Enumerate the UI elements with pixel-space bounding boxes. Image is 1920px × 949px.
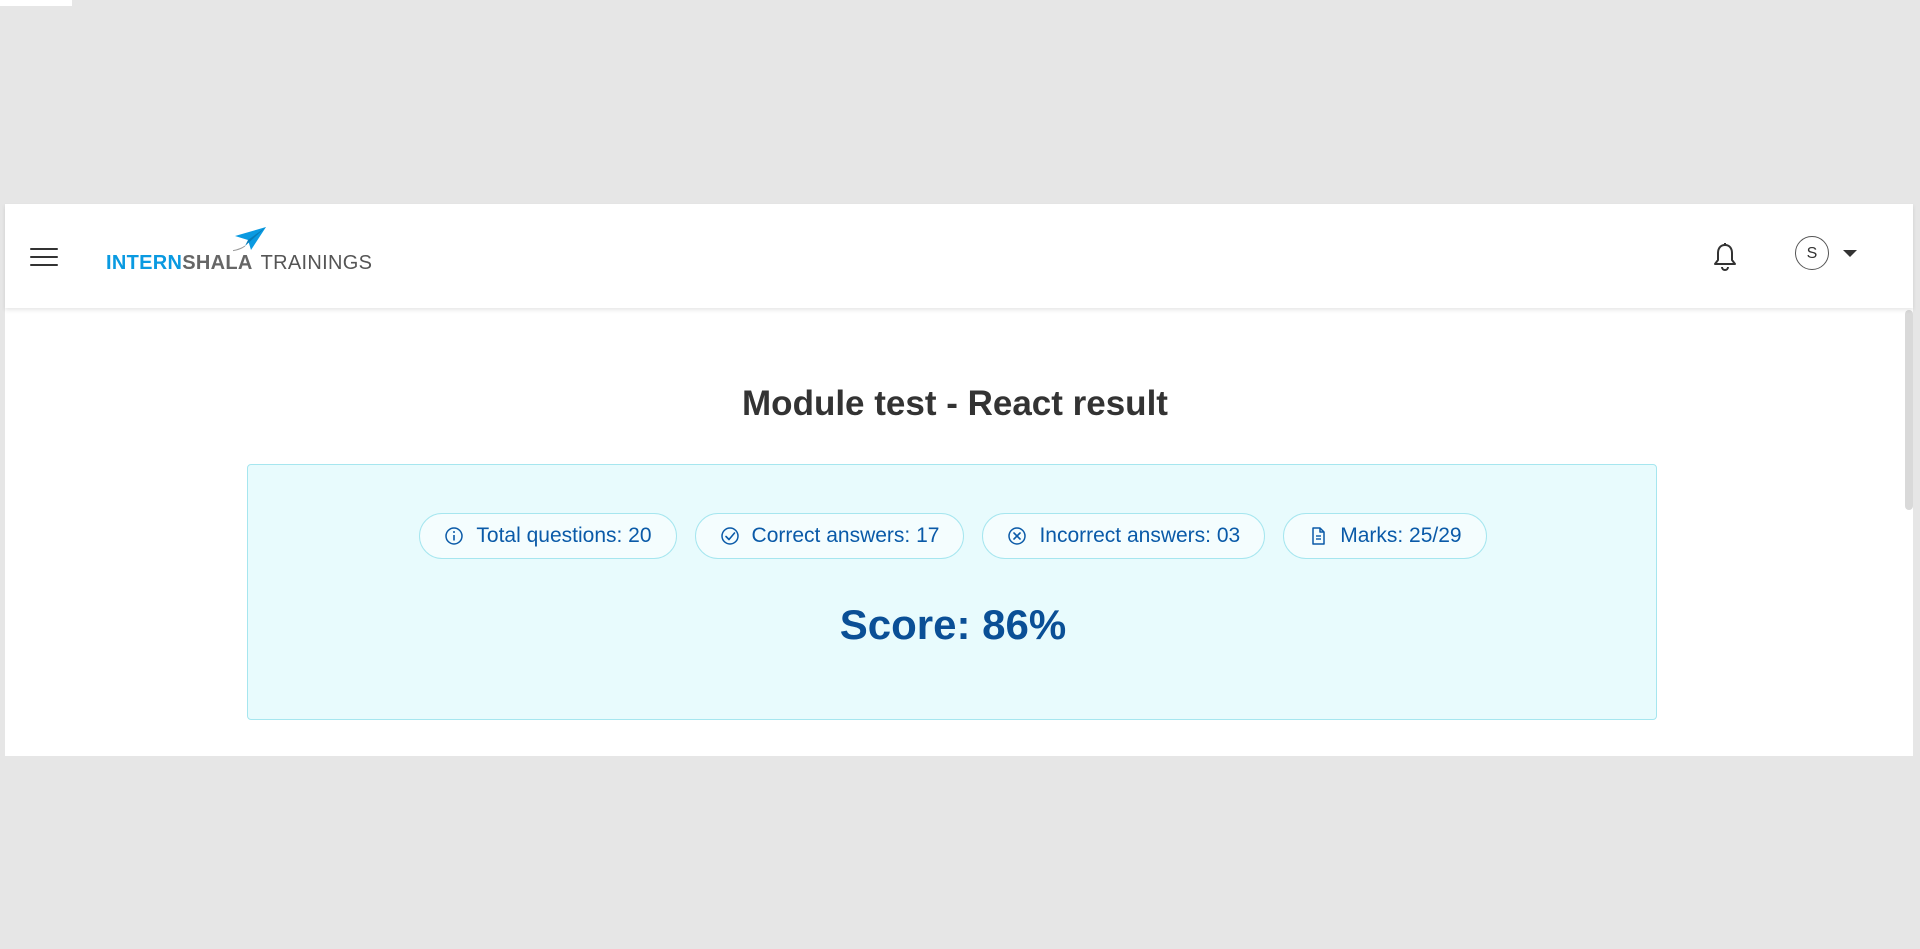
info-icon — [445, 527, 464, 545]
stat-marks-label: Marks: 25/29 — [1340, 524, 1462, 547]
avatar[interactable]: S — [1795, 236, 1829, 270]
top-edge-strip — [0, 0, 72, 6]
stat-correct-answers-label: Correct answers: 17 — [751, 524, 940, 547]
stat-total-questions-label: Total questions: 20 — [476, 524, 652, 547]
stat-incorrect-answers-label: Incorrect answers: 03 — [1039, 524, 1241, 547]
scrollbar-thumb[interactable] — [1905, 310, 1913, 510]
page-frame: INTERNSHALA TRAININGS S Module test - Rea… — [5, 204, 1913, 756]
brand-logo[interactable]: INTERNSHALA TRAININGS — [106, 226, 406, 286]
stat-incorrect-answers: Incorrect answers: 03 — [982, 513, 1266, 559]
paper-plane-icon — [233, 227, 266, 252]
brand-shala: SHALA — [182, 252, 253, 274]
document-icon — [1312, 527, 1325, 545]
stat-marks: Marks: 25/29 — [1283, 513, 1487, 559]
brand-wordmark: INTERNSHALA TRAININGS — [106, 252, 372, 275]
caret-down-icon[interactable] — [1843, 250, 1857, 257]
top-navbar: INTERNSHALA TRAININGS S — [5, 204, 1913, 308]
hamburger-menu-icon[interactable] — [30, 246, 58, 268]
brand-intern: INTERN — [106, 252, 183, 274]
stat-total-questions: Total questions: 20 — [419, 513, 677, 559]
stats-row: Total questions: 20 Correct answers: 17 … — [248, 513, 1658, 559]
brand-trainings: TRAININGS — [260, 252, 373, 274]
result-summary-card: Total questions: 20 Correct answers: 17 … — [247, 464, 1657, 720]
bell-icon[interactable] — [1711, 242, 1739, 272]
page-title: Module test - React result — [742, 384, 1168, 423]
check-circle-icon — [720, 527, 739, 545]
user-menu[interactable]: S — [1795, 236, 1865, 276]
stat-correct-answers: Correct answers: 17 — [694, 513, 965, 559]
score-value: Score: 86% — [839, 601, 1067, 648]
x-circle-icon — [1008, 527, 1027, 545]
